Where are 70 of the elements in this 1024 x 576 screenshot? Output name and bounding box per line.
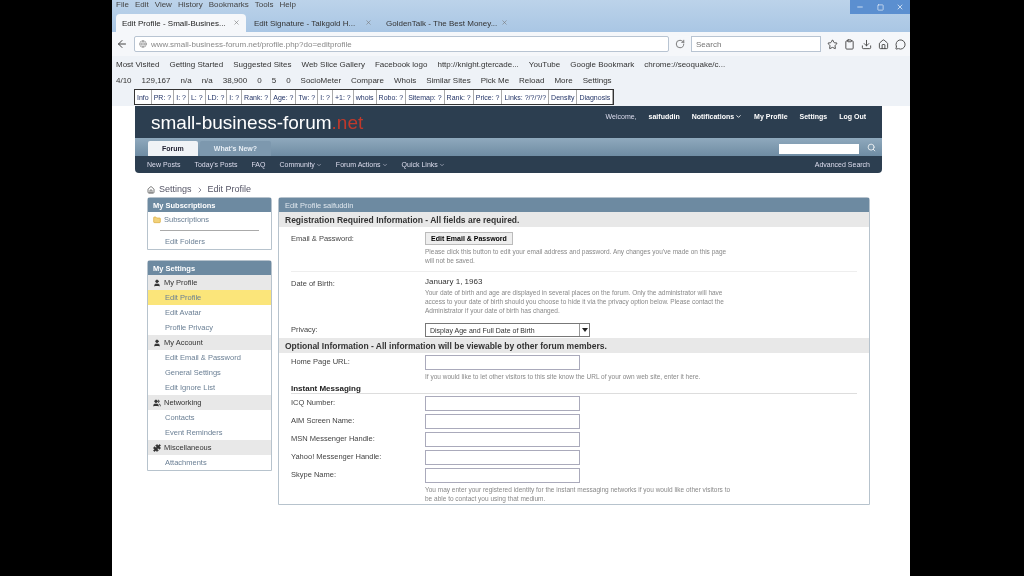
seo-bar-item[interactable]: n/a [180,75,192,85]
seo-bar-item[interactable]: 0 [257,75,262,85]
seo-bar-item[interactable]: SocioMeter [300,75,342,85]
menu-item[interactable]: Edit [134,0,149,11]
seo-bar-item[interactable]: 38,900 [222,75,248,85]
input-field[interactable] [425,468,580,483]
seo-bar-item[interactable]: 4/10 [116,75,132,85]
bookmark-item[interactable]: Facebook logo [374,59,428,69]
browser-tab[interactable]: Edit Profile - Small-Busines... [116,14,246,32]
chat-icon[interactable] [895,38,906,50]
menu-item[interactable]: View [154,0,172,11]
input-field[interactable] [425,355,580,370]
close-icon[interactable] [233,19,240,27]
seo-bar-item[interactable]: n/a [201,75,213,85]
seo-bar-item[interactable]: Whois [393,75,417,85]
browser-tab[interactable]: GoldenTalk - The Best Money... [380,14,510,32]
star-icon[interactable] [827,38,838,50]
breadcrumb-link[interactable]: Edit Profile [207,184,252,194]
bookmark-item[interactable]: Web Slice Gallery [301,59,365,69]
seo-bar-item[interactable]: Compare [351,75,384,85]
seo-bar-item[interactable]: Similar Sites [426,75,471,85]
download-icon[interactable] [861,38,872,50]
menu-item[interactable]: History [177,0,203,11]
bookmark-item[interactable]: Getting Started [169,59,224,69]
seo-bar-item[interactable]: Reload [519,75,545,85]
reload-icon[interactable] [675,39,685,49]
search-icon[interactable] [867,143,876,152]
clipboard-icon[interactable] [844,38,855,50]
seo-bar-item[interactable]: 5 [271,75,277,85]
menu-item[interactable]: Help [279,0,296,11]
seo-bar-item[interactable]: 129,167 [141,75,171,85]
menu-item[interactable]: Tools [254,0,274,11]
close-icon[interactable] [501,19,509,27]
input-field[interactable] [425,414,580,429]
bookmark-item[interactable]: http://knight.gtercade... [437,59,519,69]
seo-bar-item[interactable]: Settings [582,75,612,85]
input-field[interactable] [425,450,580,465]
bookmark-item[interactable]: Most Visited [116,59,160,69]
site-logo[interactable]: small-business-forum.net [151,106,364,138]
seo-bar-item[interactable]: 0 [286,75,291,85]
bookmark-item[interactable]: Suggested Sites [233,59,292,69]
input-field[interactable] [425,396,580,411]
caret-icon [735,112,743,120]
caret-icon [438,161,445,168]
browser-tab[interactable]: Edit Signature - Talkgold H... [248,14,378,32]
field-value: January 1, 1963 [425,277,484,286]
forum-search-field[interactable] [779,144,859,154]
address-bar[interactable]: www.small-business-forum.net/profile.php?do=editprofile [134,36,669,52]
caret-icon [315,161,322,168]
input-field[interactable] [425,432,580,447]
seo-bar-item[interactable]: More [554,75,573,85]
home-icon[interactable] [147,186,155,194]
search-field[interactable]: Search [691,36,821,52]
breadcrumb-link[interactable]: Settings [159,184,192,194]
bookmark-item[interactable]: Google Bookmark [570,59,635,69]
bookmark-item[interactable]: YouTube [528,59,561,69]
close-icon[interactable] [365,19,372,27]
section-heading: Optional Information - All information will be viewable by other forum members. [279,338,869,353]
globe-icon [139,40,147,48]
section-subheading: Instant Messaging [291,382,857,394]
caret-icon [381,161,388,168]
caret-icon [581,328,588,332]
section-heading: Registration Required Information - All fields are required. [279,212,869,227]
back-icon[interactable] [116,38,128,50]
seo-bar-item[interactable]: Pick Me [480,75,510,85]
home-icon[interactable] [878,38,889,50]
folder-icon [153,215,161,224]
bookmark-item[interactable]: chrome://seoquake/c... [644,59,726,69]
menu-item[interactable]: Bookmarks [208,0,249,11]
menu-item[interactable]: File [116,0,129,11]
